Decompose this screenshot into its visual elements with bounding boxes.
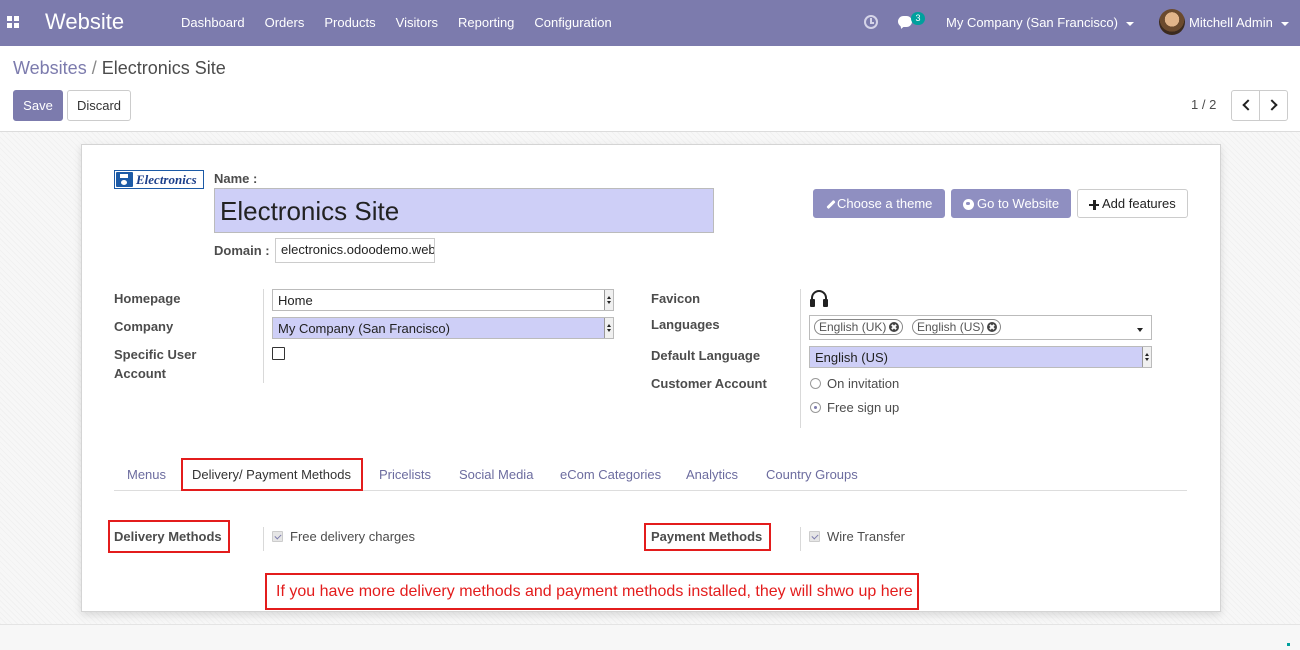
- company-select[interactable]: My Company (San Francisco): [272, 317, 614, 339]
- avatar[interactable]: [1159, 9, 1185, 35]
- menu-configuration[interactable]: Configuration: [524, 0, 621, 46]
- group-separator: [800, 289, 801, 428]
- language-tag: English (US): [912, 319, 1002, 335]
- chevron-down-icon: [1280, 21, 1289, 26]
- annotation-callout: If you have more delivery methods and pa…: [265, 573, 919, 610]
- free-delivery-label: Free delivery charges: [290, 529, 415, 544]
- company-switcher-label: My Company (San Francisco): [946, 15, 1118, 30]
- chevron-right-icon: [1266, 99, 1278, 111]
- plus-icon: [1089, 199, 1099, 210]
- choose-theme-label: Choose a theme: [837, 196, 933, 211]
- breadcrumb: Websites / Electronics Site: [13, 58, 226, 79]
- headset-ear-left: [810, 299, 815, 307]
- language-tag-label: English (US): [917, 320, 985, 334]
- select-arrows-icon: [1142, 347, 1151, 367]
- payment-highlight-box: [644, 523, 771, 551]
- select-arrows-icon: [604, 318, 613, 338]
- chat-bubble-icon[interactable]: [898, 16, 912, 27]
- menu-products[interactable]: Products: [314, 0, 385, 46]
- activity-clock-icon[interactable]: [864, 15, 878, 29]
- language-tag-label: English (UK): [819, 320, 887, 334]
- group-separator: [263, 527, 264, 551]
- logo-text: Electronics: [136, 172, 197, 187]
- select-arrows-icon: [604, 290, 613, 310]
- user-name: Mitchell Admin: [1189, 15, 1273, 30]
- language-tag: English (UK): [814, 319, 904, 335]
- corner-indicator: [1287, 643, 1290, 646]
- specific-user-label-line1: Specific User: [114, 347, 197, 362]
- specific-user-account-checkbox[interactable]: [272, 347, 285, 360]
- remove-tag-icon[interactable]: [987, 322, 998, 332]
- homepage-label: Homepage: [114, 291, 181, 306]
- remove-tag-icon[interactable]: [889, 322, 900, 332]
- customer-account-label: Customer Account: [651, 376, 767, 391]
- domain-input[interactable]: electronics.odoodemo.web: [275, 238, 435, 263]
- tab-analytics[interactable]: Analytics: [686, 467, 738, 482]
- pager-value[interactable]: 1 / 2: [1191, 97, 1216, 112]
- wire-transfer-label: Wire Transfer: [827, 529, 906, 544]
- domain-label: Domain :: [214, 243, 270, 258]
- top-navbar: Website Dashboard Orders Products Visito…: [0, 0, 1300, 46]
- favicon-label: Favicon: [651, 291, 701, 306]
- chevron-down-icon[interactable]: [1137, 328, 1143, 332]
- bottom-bar: [0, 624, 1300, 650]
- pager-next-button[interactable]: [1259, 90, 1288, 121]
- tab-highlight-box: [181, 458, 363, 491]
- website-name-input[interactable]: Electronics Site: [214, 188, 714, 233]
- main-menu: Dashboard Orders Products Visitors Repor…: [171, 0, 622, 46]
- group-separator: [263, 289, 264, 383]
- free-delivery-checkbox[interactable]: [272, 531, 283, 542]
- apps-menu-icon[interactable]: [7, 16, 19, 28]
- radio-free-sign-up[interactable]: [810, 402, 821, 413]
- specific-user-label-line2: Account: [114, 366, 166, 381]
- group-separator: [800, 527, 801, 551]
- discard-button[interactable]: Discard: [67, 90, 131, 121]
- company-switcher[interactable]: My Company (San Francisco): [946, 15, 1134, 30]
- globe-icon: [963, 199, 974, 211]
- menu-dashboard[interactable]: Dashboard: [171, 0, 255, 46]
- go-to-website-button[interactable]: Go to Website: [951, 189, 1071, 218]
- default-language-select[interactable]: English (US): [809, 346, 1152, 368]
- homepage-select[interactable]: Home: [272, 289, 614, 311]
- tab-menus[interactable]: Menus: [127, 467, 166, 482]
- floppy-disk-icon: [116, 172, 133, 187]
- add-features-button[interactable]: Add features: [1077, 189, 1188, 218]
- website-logo[interactable]: Electronics: [114, 170, 204, 189]
- chevron-left-icon: [1242, 99, 1254, 111]
- menu-visitors[interactable]: Visitors: [386, 0, 448, 46]
- user-menu[interactable]: Mitchell Admin: [1189, 15, 1289, 30]
- pager-previous-button[interactable]: [1231, 90, 1260, 121]
- languages-label: Languages: [651, 317, 720, 332]
- menu-orders[interactable]: Orders: [255, 0, 315, 46]
- radio-on-invitation-label[interactable]: On invitation: [827, 376, 899, 391]
- radio-free-sign-up-label[interactable]: Free sign up: [827, 400, 899, 415]
- breadcrumb-websites[interactable]: Websites: [13, 58, 87, 78]
- default-language-value: English (US): [815, 350, 888, 365]
- company-label: Company: [114, 319, 174, 334]
- tab-country-groups[interactable]: Country Groups: [766, 467, 858, 482]
- tab-ecom-categories[interactable]: eCom Categories: [560, 467, 661, 482]
- app-title: Website: [45, 9, 125, 34]
- homepage-value: Home: [278, 293, 313, 308]
- choose-theme-button[interactable]: Choose a theme: [813, 189, 945, 218]
- paint-brush-icon: [825, 200, 834, 209]
- breadcrumb-current: Electronics Site: [101, 58, 226, 78]
- company-value: My Company (San Francisco): [278, 321, 450, 336]
- headset-icon[interactable]: [810, 290, 828, 308]
- tab-social-media[interactable]: Social Media: [459, 467, 533, 482]
- delivery-highlight-box: [108, 520, 230, 553]
- tab-pricelists[interactable]: Pricelists: [379, 467, 431, 482]
- add-features-label: Add features: [1102, 196, 1176, 211]
- default-language-label: Default Language: [651, 348, 761, 363]
- save-button[interactable]: Save: [13, 90, 63, 121]
- headset-ear-right: [823, 299, 828, 307]
- menu-reporting[interactable]: Reporting: [448, 0, 524, 46]
- wire-transfer-checkbox[interactable]: [809, 531, 820, 542]
- go-to-website-label: Go to Website: [977, 196, 1060, 211]
- chat-badge: 3: [911, 12, 925, 25]
- radio-on-invitation[interactable]: [810, 378, 821, 389]
- name-label: Name :: [214, 171, 258, 186]
- breadcrumb-separator: /: [91, 58, 97, 78]
- chevron-down-icon: [1125, 21, 1134, 26]
